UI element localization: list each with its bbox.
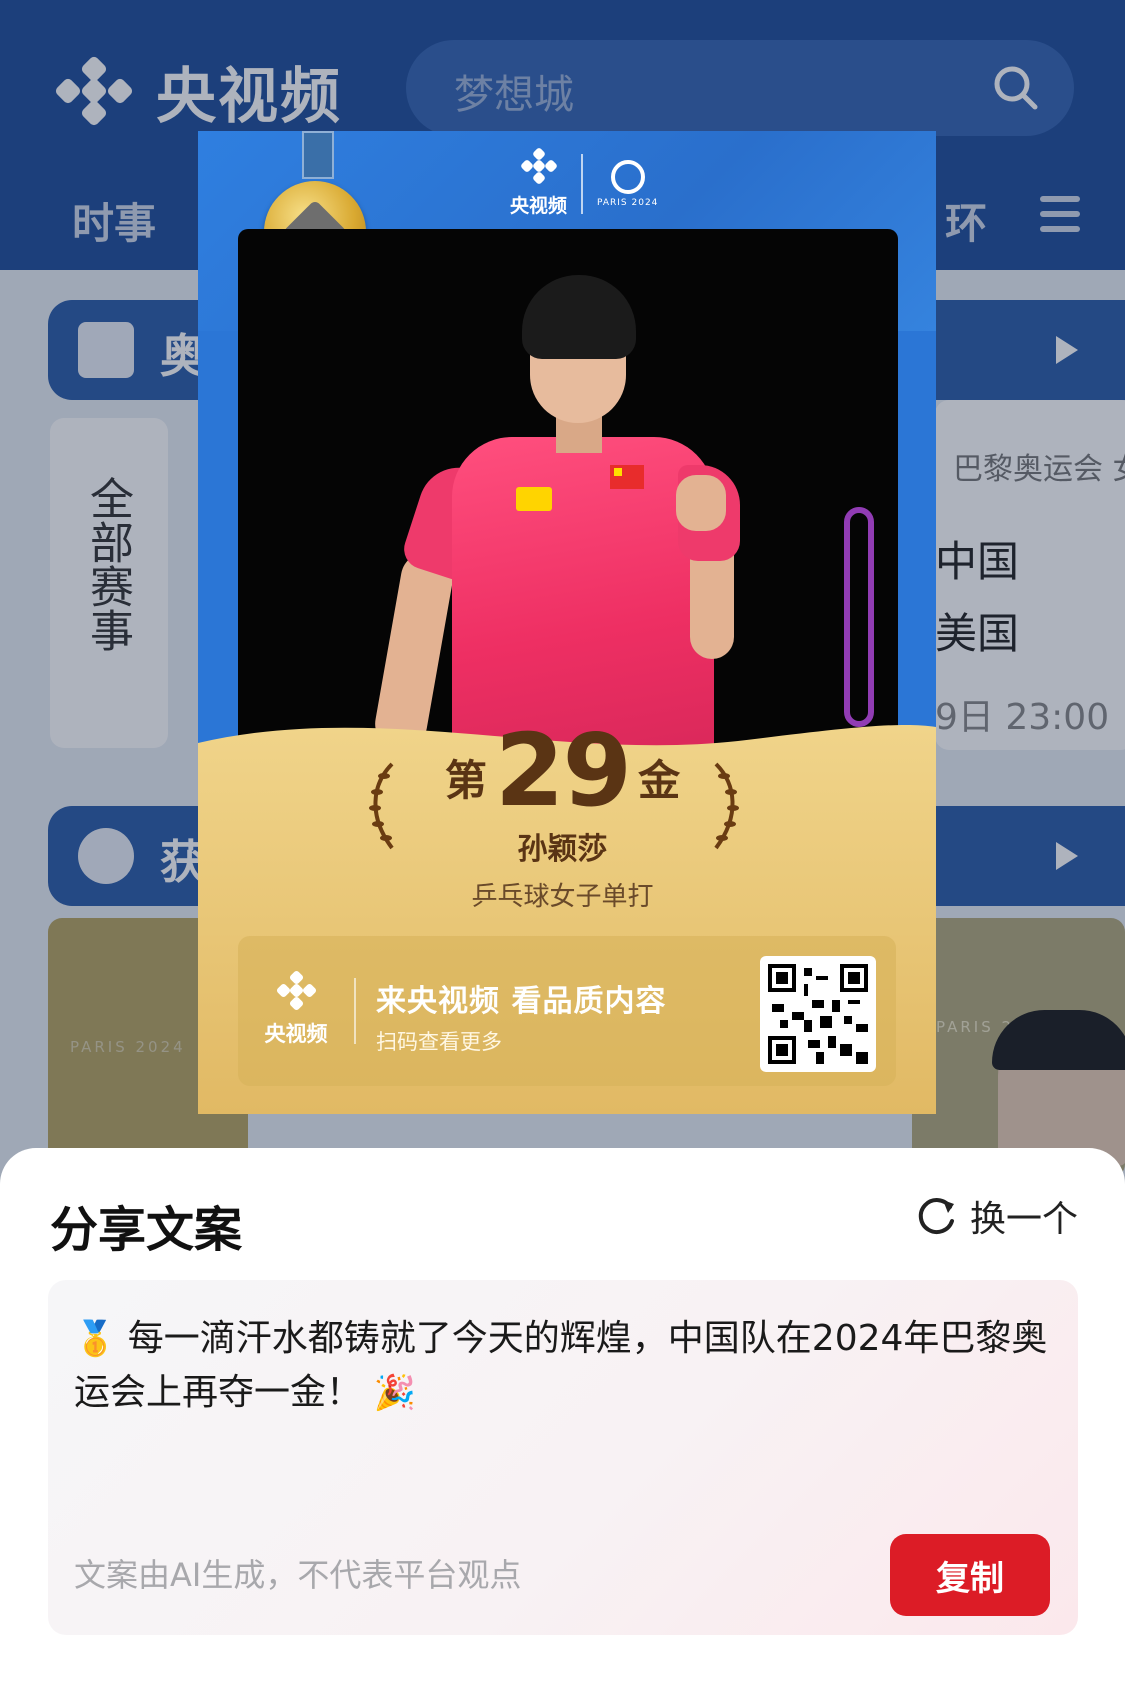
cctv-logo-icon (516, 146, 562, 187)
promo-divider (354, 978, 356, 1044)
event-name: 乒乓球女子单打 (471, 882, 654, 912)
china-flag-icon (610, 465, 644, 489)
party-popper-emoji-icon: 🎉 (373, 1373, 416, 1413)
qr-code (760, 956, 876, 1072)
share-text-box[interactable]: 🥇 每一滴汗水都铸就了今天的辉煌，中国队在2024年巴黎奥运会上再夺一金！ 🎉 … (48, 1280, 1078, 1635)
share-text-body: 每一滴汗水都铸就了今天的辉煌，中国队在2024年巴黎奥运会上再夺一金！ (74, 1318, 1048, 1413)
logo-divider (581, 153, 584, 214)
promo-brand-name: 央视频 (264, 1022, 328, 1046)
rank-prefix: 第 (444, 756, 487, 805)
poster-logo: 央视频 PARIS 2024 (510, 146, 659, 218)
promo-slogan: 来央视频 看品质内容 (376, 984, 667, 1019)
cctv-logo-icon (273, 969, 319, 1012)
ai-disclaimer: 文案由AI生成，不代表平台观点 (74, 1556, 522, 1594)
refresh-label: 换一个 (970, 1199, 1079, 1240)
gold-rank: 第 29 金 (0, 712, 1125, 829)
paris-2024-logo: PARIS 2024 (597, 159, 659, 208)
medal-ribbon (302, 131, 334, 179)
promo-banner: 央视频 来央视频 看品质内容 扫码查看更多 (238, 936, 896, 1086)
refresh-icon (918, 1198, 954, 1235)
poster-brand-name: 央视频 (510, 195, 568, 217)
share-sheet: 分享文案 换一个 🥇 每一滴汗水都铸就了今天的辉煌，中国队在2024年巴黎奥运会… (0, 1148, 1125, 1699)
copy-button[interactable]: 复制 (890, 1534, 1050, 1616)
gold-medal-emoji-icon: 🥇 (74, 1319, 117, 1359)
share-text[interactable]: 🥇 每一滴汗水都铸就了今天的辉煌，中国队在2024年巴黎奥运会上再夺一金！ 🎉 (74, 1312, 1054, 1420)
refresh-button[interactable]: 换一个 (916, 1190, 1078, 1242)
poster-cctv-logo: 央视频 (510, 146, 568, 218)
athlete-fist (676, 475, 726, 531)
paris-2024-label: PARIS 2024 (597, 197, 659, 208)
sponsor-badge (516, 487, 552, 511)
rank-number: 29 (494, 712, 632, 829)
athlete-name: 孙颖莎 (517, 832, 608, 867)
paris-flame-icon (610, 159, 645, 194)
share-sheet-title: 分享文案 (50, 1202, 243, 1258)
qr-code-icon (768, 964, 868, 1064)
athlete-hair (522, 275, 636, 359)
athlete-photo (238, 229, 898, 749)
promo-logo: 央视频 (258, 969, 334, 1048)
rank-suffix: 金 (638, 756, 681, 805)
promo-subtitle: 扫码查看更多 (376, 1030, 502, 1054)
